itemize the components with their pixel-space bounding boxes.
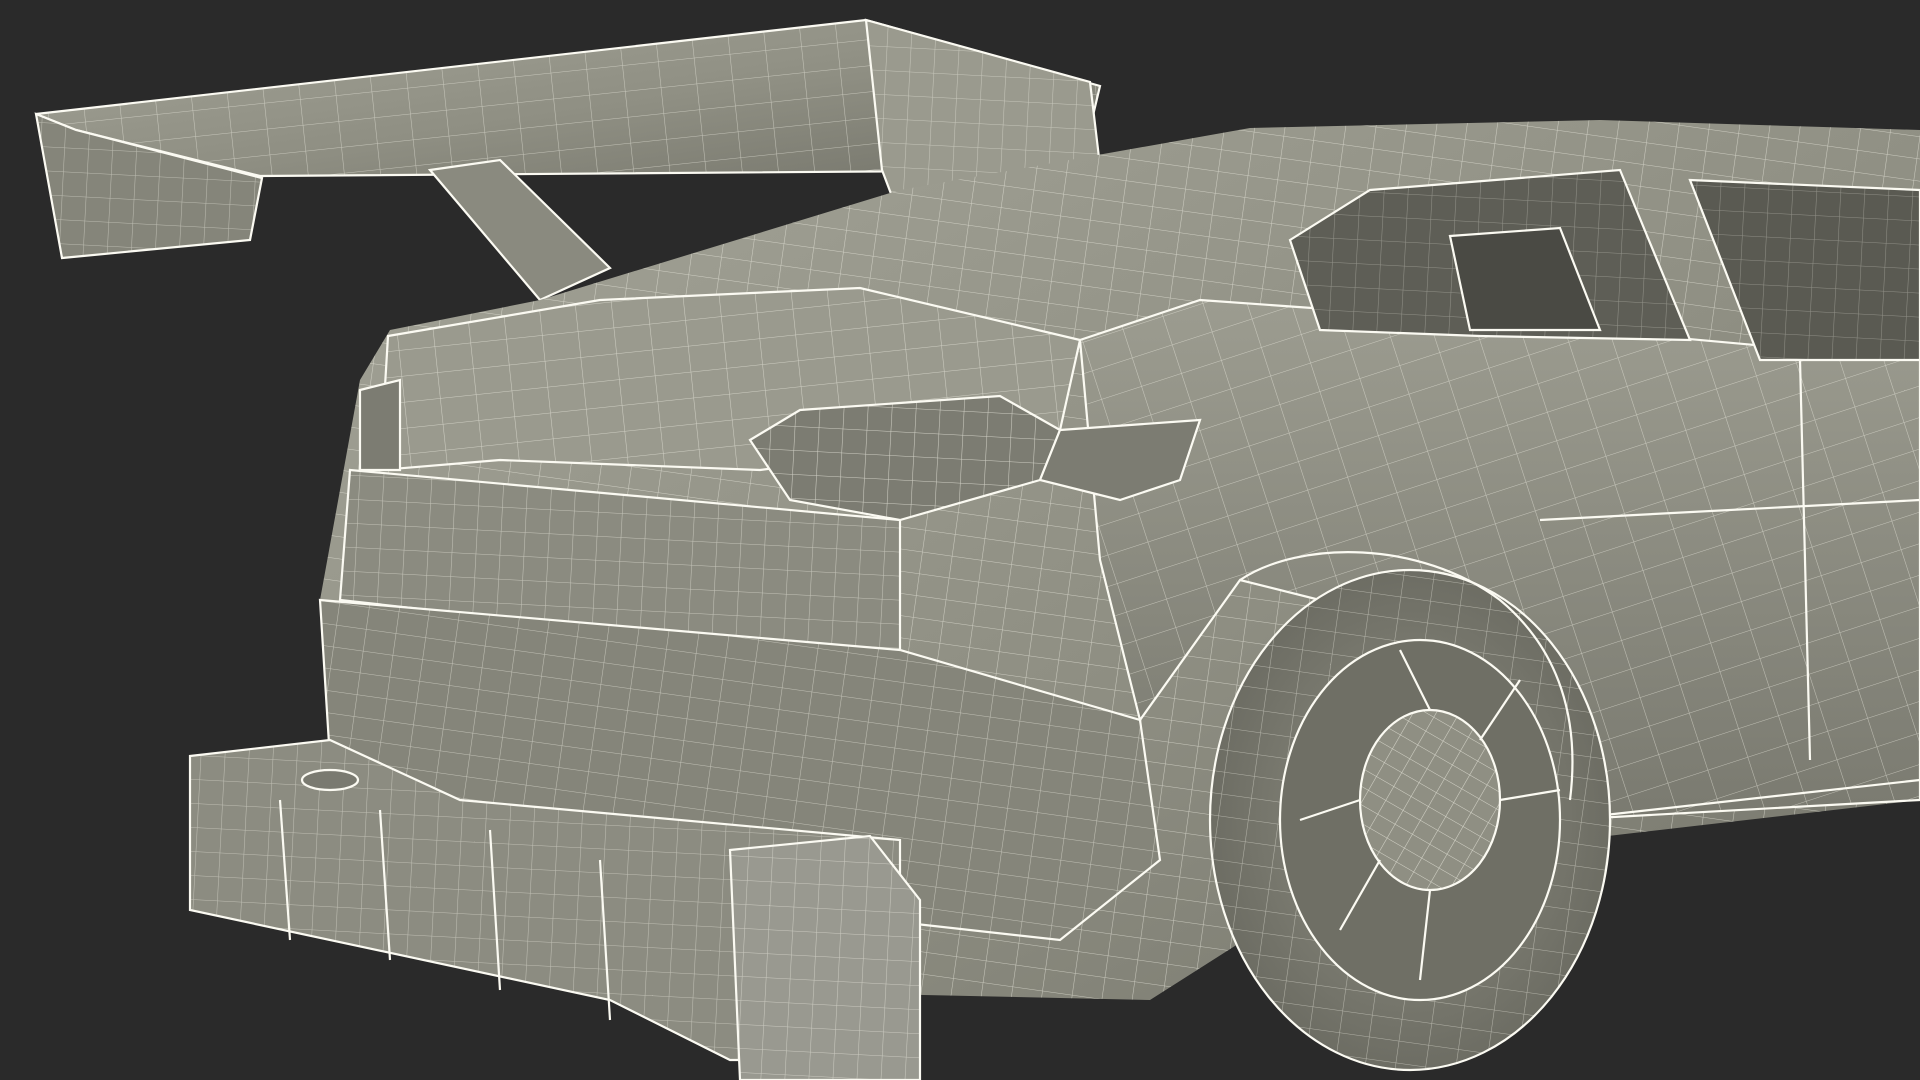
rear-wheel [1208,568,1612,1072]
wireframe-car-render [34,18,1920,1080]
tail-light-left [358,378,402,472]
render-viewport [0,0,1920,1080]
tow-hook [300,768,360,792]
